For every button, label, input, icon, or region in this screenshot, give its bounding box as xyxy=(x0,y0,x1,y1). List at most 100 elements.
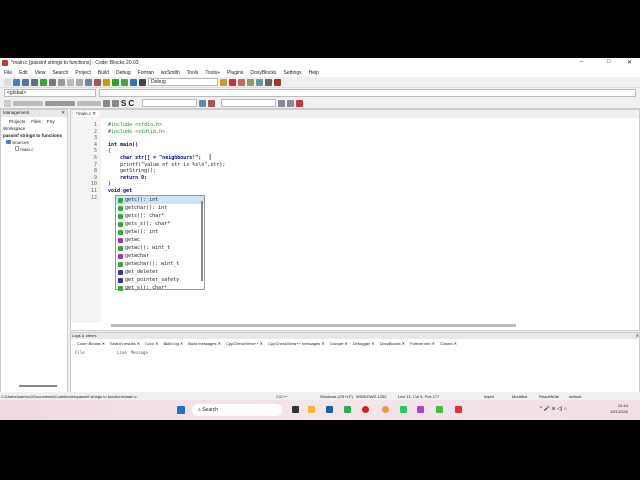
autocomplete-item[interactable]: getc(): int xyxy=(116,196,204,204)
block-tools-icon[interactable] xyxy=(13,100,43,106)
menu-debug[interactable]: Debug xyxy=(116,70,131,76)
log-tab[interactable]: CppCheck/Vera++ ✕ xyxy=(226,341,263,346)
search-combo[interactable] xyxy=(142,99,198,107)
menu-view[interactable]: View xyxy=(35,70,46,76)
autocomplete-item[interactable]: get_pointer_safety xyxy=(116,276,204,284)
chrome-icon[interactable] xyxy=(382,406,389,413)
layout-tools-icon[interactable] xyxy=(45,100,75,106)
editor-hscrollbar[interactable] xyxy=(111,324,516,327)
clock[interactable]: 22:44 10/1/2026 xyxy=(610,403,628,415)
autocomplete-item[interactable]: getwchar(): wint_t xyxy=(116,260,204,268)
shape-tools-icon[interactable] xyxy=(77,100,101,106)
undo-icon[interactable] xyxy=(40,78,47,86)
save-all-icon[interactable] xyxy=(31,78,38,86)
log-tab[interactable]: Cscope ✕ xyxy=(330,341,348,346)
function-select[interactable] xyxy=(99,89,636,97)
log-tab[interactable]: CppCheck/Vera++ messages ✕ xyxy=(268,341,325,346)
open-icon[interactable] xyxy=(13,78,20,86)
forward-icon[interactable] xyxy=(287,99,295,107)
log-tab[interactable]: Closed ✕ xyxy=(440,341,457,346)
menu-tools[interactable]: Tools+ xyxy=(205,70,220,76)
column-file[interactable]: File xyxy=(75,350,117,390)
autocomplete-item[interactable]: get_deleter xyxy=(116,268,204,276)
menu-build[interactable]: Build xyxy=(98,70,109,76)
logs-close-icon[interactable]: ✕ xyxy=(636,333,639,339)
app-red-icon[interactable] xyxy=(362,406,369,413)
pause-icon[interactable] xyxy=(265,78,272,86)
minimize-button[interactable]: – xyxy=(580,59,583,65)
log-tab[interactable]: Build log ✕ xyxy=(163,341,183,346)
camtasia-green-icon[interactable] xyxy=(436,406,443,413)
settings-icon[interactable] xyxy=(208,99,216,107)
select-icon[interactable] xyxy=(4,99,11,107)
log-tab[interactable]: Debugger ✕ xyxy=(353,341,375,346)
c-icon[interactable]: C xyxy=(128,99,134,108)
taskbar-search[interactable]: ⌕ Search xyxy=(192,404,282,416)
autocomplete-item[interactable]: getchar(): int xyxy=(116,204,204,212)
log-tab[interactable]: Search results ✕ xyxy=(110,341,140,346)
store-icon[interactable] xyxy=(326,406,333,413)
management-close-icon[interactable]: ✕ xyxy=(61,110,65,117)
log-tab[interactable]: Fortran info ✕ xyxy=(410,341,435,346)
menu-fortran[interactable]: Fortran xyxy=(138,70,154,76)
zoom-in-icon[interactable] xyxy=(103,99,110,107)
next-line-icon[interactable] xyxy=(247,78,254,86)
new-file-icon[interactable] xyxy=(4,78,11,86)
tab-main-c[interactable]: *main.c ✕ xyxy=(73,111,100,117)
tab-fsymbols[interactable]: FSy xyxy=(47,119,55,124)
target-options-icon[interactable] xyxy=(220,78,227,86)
maximize-button[interactable]: □ xyxy=(607,59,611,65)
play-store-icon[interactable] xyxy=(344,406,351,413)
build-target-select[interactable]: Debug xyxy=(148,78,218,86)
sources-folder[interactable]: Sources xyxy=(12,140,29,145)
column-message[interactable]: Message xyxy=(131,350,148,390)
column-line[interactable]: Line xyxy=(117,350,131,390)
autocomplete-item[interactable]: get_s(): char* xyxy=(116,284,204,292)
camtasia-red-icon[interactable] xyxy=(455,406,462,413)
autocomplete-item[interactable]: getwc xyxy=(116,236,204,244)
close-button[interactable]: ✕ xyxy=(627,59,632,66)
log-tab[interactable]: Cccc ✕ xyxy=(145,341,158,346)
menu-file[interactable]: File xyxy=(4,70,12,76)
scope-select[interactable]: <global> xyxy=(4,89,96,97)
find-icon[interactable] xyxy=(85,78,92,86)
abort-icon[interactable] xyxy=(139,78,146,86)
cut-icon[interactable] xyxy=(58,78,65,86)
file-explorer-icon[interactable] xyxy=(308,406,315,413)
stop-debug-icon[interactable] xyxy=(274,78,281,86)
menu-search[interactable]: Search xyxy=(52,70,68,76)
menu-plugins[interactable]: Plugins xyxy=(227,70,243,76)
menu-project[interactable]: Project xyxy=(75,70,91,76)
menu-doxyblocks[interactable]: DoxyBlocks xyxy=(250,70,276,76)
autocomplete-item[interactable]: gets_s(): char* xyxy=(116,220,204,228)
menu-tools[interactable]: Tools xyxy=(187,70,199,76)
zoom-out-icon[interactable] xyxy=(112,99,119,107)
log-tab[interactable]: Code::Blocks ✕ xyxy=(77,341,105,346)
jump-combo[interactable] xyxy=(221,99,277,107)
replace-icon[interactable] xyxy=(94,78,101,86)
menu-edit[interactable]: Edit xyxy=(19,70,28,76)
task-view-icon[interactable] xyxy=(292,406,299,413)
codeblocks-taskbar-icon[interactable] xyxy=(417,406,424,413)
search-go-icon[interactable] xyxy=(199,99,207,107)
highlight-icon[interactable] xyxy=(296,99,304,107)
run-icon[interactable] xyxy=(112,78,119,86)
run-to-cursor-icon[interactable] xyxy=(238,78,245,86)
rebuild-icon[interactable] xyxy=(130,78,137,86)
autocomplete-item[interactable]: getwchar xyxy=(116,252,204,260)
redo-icon[interactable] xyxy=(49,78,56,86)
autocomplete-item[interactable]: gets(): char* xyxy=(116,212,204,220)
log-tab[interactable]: Build messages ✕ xyxy=(188,341,221,346)
start-icon[interactable] xyxy=(177,406,185,414)
workspace-node[interactable]: Workspace xyxy=(3,125,67,132)
paste-icon[interactable] xyxy=(76,78,83,86)
whatsapp-icon[interactable] xyxy=(400,406,407,413)
step-into-icon[interactable] xyxy=(256,78,263,86)
build-icon[interactable] xyxy=(103,78,110,86)
tab-files[interactable]: Files xyxy=(31,119,41,124)
log-tab[interactable]: DoxyBlocks ✕ xyxy=(380,341,405,346)
build-run-icon[interactable] xyxy=(121,78,128,86)
menu-wxsmith[interactable]: wxSmith xyxy=(161,70,180,76)
autocomplete-item[interactable]: getwc(): wint_t xyxy=(116,244,204,252)
tab-projects[interactable]: Projects xyxy=(9,119,25,124)
